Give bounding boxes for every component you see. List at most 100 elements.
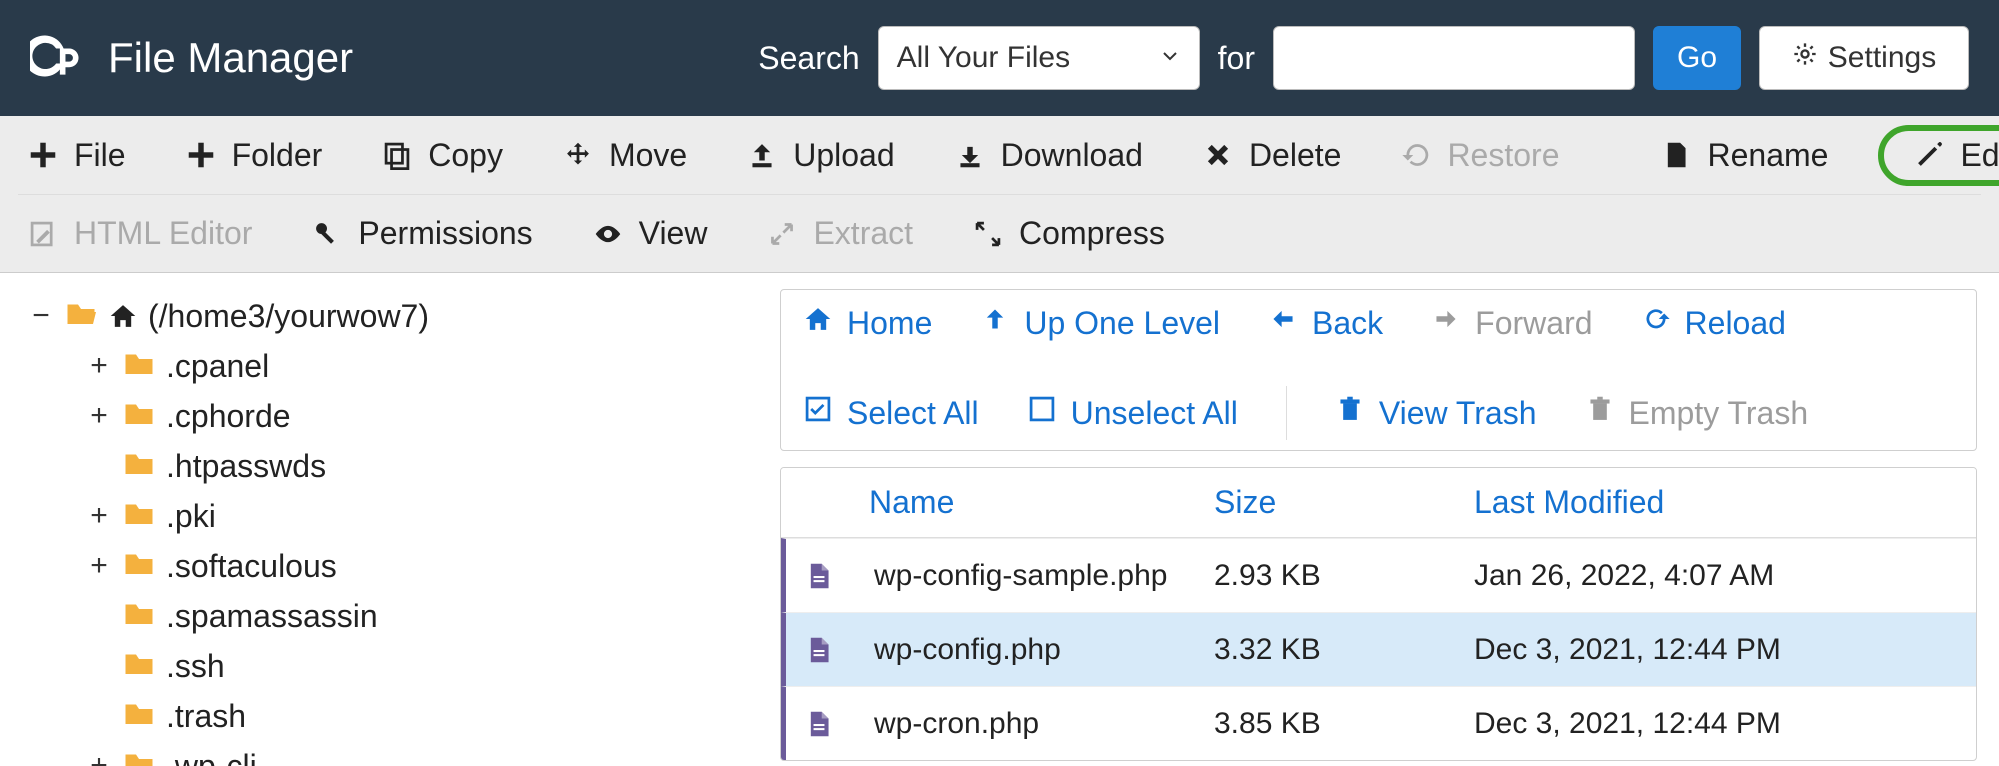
nav-up[interactable]: Up One Level — [980, 304, 1220, 342]
tree-item[interactable]: + .pki — [28, 491, 770, 541]
file-icon — [804, 707, 834, 741]
tree-item[interactable]: .spamassassin — [28, 591, 770, 641]
compress-button[interactable]: Compress — [963, 209, 1173, 258]
folder-icon — [122, 397, 156, 435]
nav-home[interactable]: Home — [803, 304, 932, 342]
cell-modified: Jan 26, 2022, 4:07 AM — [1456, 559, 1976, 593]
key-icon — [310, 217, 344, 251]
expand-icon[interactable]: + — [86, 499, 112, 533]
nav-unselect-all[interactable]: Unselect All — [1027, 394, 1238, 432]
search-label: Search — [758, 40, 859, 77]
tree-item-label: .pki — [166, 498, 216, 535]
html-editor-button[interactable]: HTML Editor — [18, 209, 260, 258]
tree-item[interactable]: .trash — [28, 691, 770, 741]
folder-icon — [122, 647, 156, 685]
go-button[interactable]: Go — [1653, 26, 1741, 90]
restore-icon — [1399, 138, 1433, 172]
new-file-button[interactable]: File — [18, 131, 134, 180]
col-size[interactable]: Size — [1196, 484, 1456, 521]
chevron-down-icon — [1159, 41, 1181, 75]
tree-item[interactable]: + .wp-cli — [28, 741, 770, 766]
tree-item[interactable]: .htpasswds — [28, 441, 770, 491]
restore-button[interactable]: Restore — [1391, 131, 1567, 180]
expand-icon[interactable]: + — [86, 549, 112, 583]
toolbar: File Folder Copy Move Upload Download De… — [0, 116, 1999, 273]
copy-icon — [380, 138, 414, 172]
tree-item-label: .wp-cli — [166, 748, 257, 766]
cell-name: wp-config.php — [856, 633, 1196, 667]
tree-item[interactable]: +.cpanel — [28, 341, 770, 391]
reload-icon — [1641, 304, 1671, 342]
tree-item-label: .trash — [166, 698, 246, 735]
table-row[interactable]: wp-config-sample.php2.93 KBJan 26, 2022,… — [781, 538, 1976, 612]
col-modified[interactable]: Last Modified — [1456, 484, 1976, 521]
for-label: for — [1218, 40, 1255, 77]
plus-icon — [184, 138, 218, 172]
nav-forward[interactable]: Forward — [1431, 304, 1592, 342]
trash-icon — [1585, 394, 1615, 432]
nav-empty-trash[interactable]: Empty Trash — [1585, 394, 1809, 432]
nav-back[interactable]: Back — [1268, 304, 1383, 342]
upload-icon — [745, 138, 779, 172]
table-row[interactable]: wp-config.php3.32 KBDec 3, 2021, 12:44 P… — [781, 612, 1976, 686]
download-button[interactable]: Download — [945, 131, 1151, 180]
expand-icon[interactable]: + — [86, 399, 112, 433]
view-button[interactable]: View — [583, 209, 716, 258]
home-icon — [108, 301, 138, 331]
search-scope-select[interactable]: All Your Files — [878, 26, 1200, 90]
folder-icon — [122, 747, 156, 766]
file-icon — [804, 633, 834, 667]
topbar: File Manager Search All Your Files for G… — [0, 0, 1999, 116]
eye-icon — [591, 217, 625, 251]
table-row[interactable]: wp-cron.php3.85 KBDec 3, 2021, 12:44 PM — [781, 686, 1976, 760]
nav-view-trash[interactable]: View Trash — [1335, 394, 1537, 432]
upload-button[interactable]: Upload — [737, 131, 902, 180]
file-navbar: Home Up One Level Back Forward Reload Se… — [780, 289, 1977, 451]
expand-icon[interactable]: + — [86, 749, 112, 766]
cell-name: wp-cron.php — [856, 707, 1196, 741]
tree-item[interactable]: +.softaculous — [28, 541, 770, 591]
move-button[interactable]: Move — [553, 131, 695, 180]
cell-name: wp-config-sample.php — [856, 559, 1196, 593]
tree-item-label: .htpasswds — [166, 448, 326, 485]
arrow-right-icon — [1431, 304, 1461, 342]
extract-button[interactable]: Extract — [757, 209, 921, 258]
nav-reload[interactable]: Reload — [1641, 304, 1786, 342]
tree-item[interactable]: .ssh — [28, 641, 770, 691]
folder-open-icon — [64, 297, 98, 335]
brand: File Manager — [30, 34, 353, 83]
move-icon — [561, 138, 595, 172]
plus-icon — [26, 138, 60, 172]
col-name[interactable]: Name — [851, 484, 1196, 521]
extract-icon — [765, 217, 799, 251]
cell-size: 2.93 KB — [1196, 559, 1456, 593]
expand-icon[interactable]: + — [86, 349, 112, 383]
settings-button[interactable]: Settings — [1759, 26, 1969, 90]
nav-select-all[interactable]: Select All — [803, 394, 979, 432]
app-title: File Manager — [108, 34, 353, 82]
new-folder-button[interactable]: Folder — [176, 131, 331, 180]
body: − (/home3/yourwow7) +.cpanel+.cphorde .ht… — [0, 273, 1999, 766]
rename-button[interactable]: Rename — [1651, 131, 1836, 180]
folder-icon — [122, 697, 156, 735]
cpanel-logo-icon — [30, 34, 86, 83]
tree-item[interactable]: +.cphorde — [28, 391, 770, 441]
toolbar-row-2: HTML Editor Permissions View Extract Com… — [18, 194, 1981, 272]
arrow-up-icon — [980, 304, 1010, 342]
tree-root[interactable]: − (/home3/yourwow7) — [28, 291, 770, 341]
copy-button[interactable]: Copy — [372, 131, 511, 180]
search-scope-value: All Your Files — [897, 41, 1070, 75]
compress-icon — [971, 217, 1005, 251]
delete-button[interactable]: Delete — [1193, 131, 1350, 180]
permissions-button[interactable]: Permissions — [302, 209, 540, 258]
square-icon — [1027, 394, 1057, 432]
collapse-icon[interactable]: − — [28, 299, 54, 333]
edit-button[interactable]: Edit — [1878, 125, 1999, 186]
search-input[interactable] — [1273, 26, 1635, 90]
trash-icon — [1335, 394, 1365, 432]
check-square-icon — [803, 394, 833, 432]
pencil-icon — [1912, 138, 1946, 172]
folder-tree: − (/home3/yourwow7) +.cpanel+.cphorde .ht… — [0, 273, 780, 766]
file-icon — [804, 559, 834, 593]
folder-icon — [122, 347, 156, 385]
